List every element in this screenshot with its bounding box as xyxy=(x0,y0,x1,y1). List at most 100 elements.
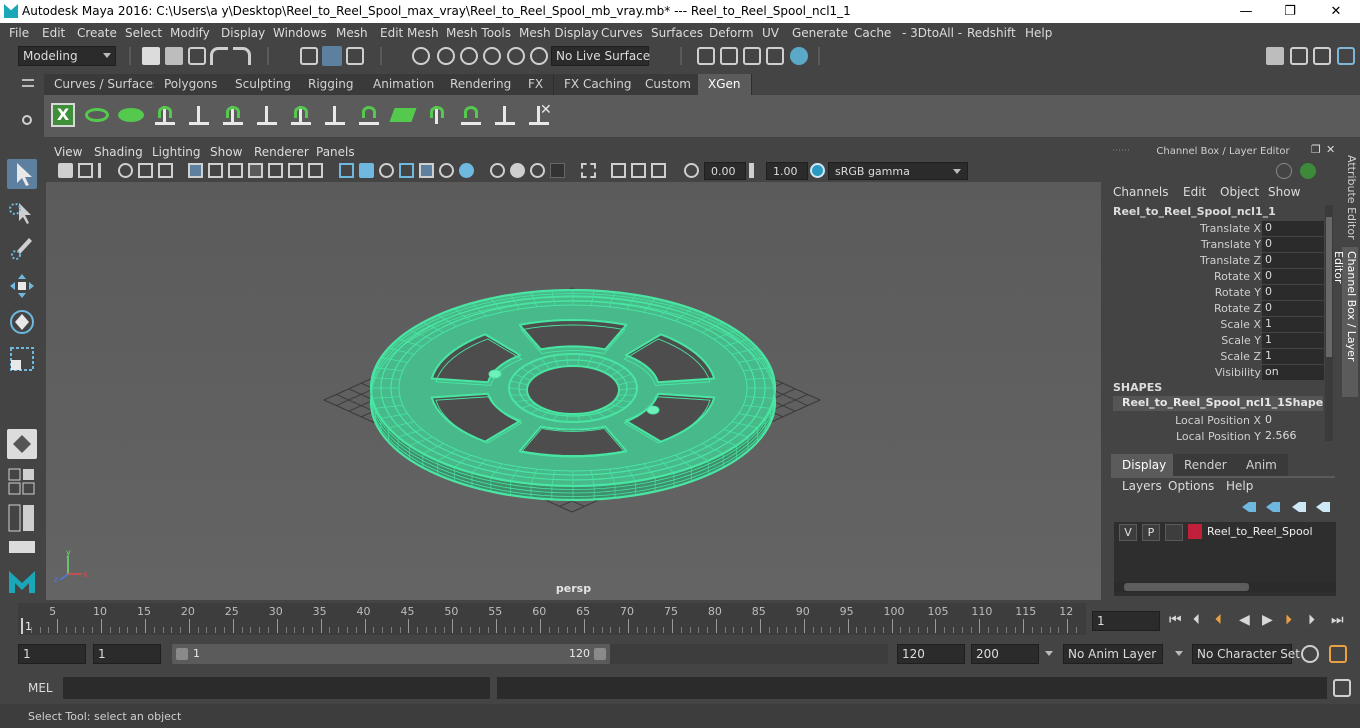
channel-label[interactable]: Scale Y xyxy=(1221,334,1261,347)
panel-menu-panels[interactable]: Panels xyxy=(316,145,355,159)
channel-value[interactable]: 0 xyxy=(1262,413,1324,428)
move-layer-up-icon[interactable] xyxy=(1242,502,1256,512)
paint-select-tool[interactable] xyxy=(7,233,37,263)
panel-menu-shading[interactable]: Shading xyxy=(94,145,143,159)
maya-home-button[interactable] xyxy=(7,565,37,597)
channel-label[interactable]: Scale X xyxy=(1220,318,1261,331)
time-slider[interactable]: 5 10 15 20 25 30 35 40 45 50 55 60 65 70 75 80 85 90 95 100… xyxy=(18,603,1086,635)
range-start-handle[interactable] xyxy=(176,648,188,660)
play-forwards-icon[interactable]: ▶ xyxy=(1262,612,1273,628)
snap-to-live-icon[interactable] xyxy=(507,47,525,65)
play-backwards-icon[interactable]: ◀ xyxy=(1239,612,1250,628)
go-to-start-icon[interactable]: ⏮ xyxy=(1169,612,1182,628)
field-chart-icon[interactable] xyxy=(268,163,283,178)
menu-create[interactable]: Create xyxy=(77,26,117,40)
select-by-hierarchy-icon[interactable] xyxy=(300,47,318,65)
camera-icon[interactable] xyxy=(58,163,73,178)
tab-polygons[interactable]: Polygons xyxy=(154,74,229,95)
channel-row[interactable]: Translate Z0 xyxy=(1106,253,1326,269)
panel-menu-view[interactable]: View xyxy=(54,145,82,159)
resolution-gate-icon[interactable] xyxy=(228,163,243,178)
menu-help[interactable]: Help xyxy=(1025,26,1052,40)
menu-mesh-display[interactable]: Mesh Display xyxy=(519,26,599,40)
minimize-button[interactable]: — xyxy=(1224,2,1268,22)
playback-end-field[interactable]: 120 xyxy=(897,644,965,664)
open-scene-icon[interactable] xyxy=(165,47,183,65)
four-view-layout[interactable] xyxy=(7,467,37,497)
xgen-sculpt-guide-icon[interactable] xyxy=(220,102,246,128)
tab-xgen[interactable]: XGen xyxy=(698,74,752,95)
textured-icon[interactable] xyxy=(399,163,414,178)
animation-end-field[interactable]: 200 xyxy=(971,644,1039,664)
panel-menu-show[interactable]: Show xyxy=(210,145,242,159)
render-settings-icon[interactable] xyxy=(766,47,784,65)
layer-menu-help[interactable]: Help xyxy=(1226,479,1253,493)
rotate-tool[interactable] xyxy=(7,307,37,337)
snap-together-icon[interactable] xyxy=(530,47,548,65)
layer-name[interactable]: Reel_to_Reel_Spool xyxy=(1207,525,1313,538)
channel-label[interactable]: Local Position Y xyxy=(1176,430,1261,443)
xgen-create-description-icon[interactable] xyxy=(118,102,144,128)
menu-file[interactable]: File xyxy=(9,26,29,40)
range-end-handle[interactable] xyxy=(594,648,606,660)
channel-label[interactable]: Local Position X xyxy=(1175,414,1261,427)
xgen-clumping-icon[interactable] xyxy=(492,102,518,128)
channel-value[interactable]: on xyxy=(1262,365,1324,380)
xgen-guide-add-icon[interactable] xyxy=(254,102,280,128)
tab-render-layers[interactable]: Render xyxy=(1173,454,1238,476)
cbox-menu-object[interactable]: Object xyxy=(1220,185,1259,199)
scrollbar-thumb[interactable] xyxy=(1124,583,1249,591)
graph-layout[interactable] xyxy=(7,539,37,555)
xgen-guide-visibility-icon[interactable] xyxy=(288,102,314,128)
ambient-occlusion-icon[interactable] xyxy=(490,163,505,178)
xgen-move-guide-icon[interactable] xyxy=(186,102,212,128)
channel-label[interactable]: Translate X xyxy=(1200,222,1261,235)
channel-value[interactable]: 1 xyxy=(1262,333,1324,348)
reel-spool-mesh[interactable] xyxy=(369,288,777,502)
animation-start-field[interactable]: 1 xyxy=(18,644,86,664)
channel-row[interactable]: Visibility on xyxy=(1106,365,1326,381)
character-set-select[interactable]: No Character Set xyxy=(1192,644,1300,664)
xray-joints-icon[interactable] xyxy=(611,163,626,178)
channel-row[interactable]: Rotate Y0 xyxy=(1106,285,1326,301)
cbox-menu-channels[interactable]: Channels xyxy=(1113,185,1169,199)
grid-toggle-icon[interactable] xyxy=(188,163,203,178)
menu-modify[interactable]: Modify xyxy=(170,26,210,40)
perspective-viewport[interactable]: y x z persp xyxy=(46,182,1101,600)
xgen-add-guide-icon[interactable] xyxy=(152,102,178,128)
channel-label[interactable]: Rotate X xyxy=(1214,270,1261,283)
tab-rendering[interactable]: Rendering xyxy=(440,74,523,95)
menu-edit[interactable]: Edit xyxy=(42,26,65,40)
command-input[interactable] xyxy=(63,677,490,699)
sync-icon[interactable] xyxy=(1300,163,1316,179)
cbox-menu-show[interactable]: Show xyxy=(1268,185,1300,199)
channel-row[interactable]: Scale Y1 xyxy=(1106,333,1326,349)
isolate-select-icon[interactable] xyxy=(581,163,596,178)
channel-value[interactable]: 0 xyxy=(1262,269,1324,284)
channel-label[interactable]: Rotate Y xyxy=(1215,286,1261,299)
backface-culling-icon[interactable] xyxy=(651,163,666,178)
channel-label[interactable]: Visibility xyxy=(1215,366,1261,379)
camera-attributes-icon[interactable] xyxy=(78,163,93,178)
ipr-render-icon[interactable] xyxy=(743,47,761,65)
panel-menu-lighting[interactable]: Lighting xyxy=(152,145,201,159)
menu-edit-mesh[interactable]: Edit Mesh xyxy=(380,26,439,40)
single-perspective-layout[interactable] xyxy=(7,429,37,459)
layer-menu-layers[interactable]: Layers xyxy=(1122,479,1162,493)
channel-row[interactable]: Rotate Z0 xyxy=(1106,301,1326,317)
mode-selector[interactable]: Modeling xyxy=(18,46,116,66)
tab-fx-caching[interactable]: FX Caching xyxy=(554,74,643,95)
world-space-icon[interactable] xyxy=(1276,163,1292,179)
view-transform-select[interactable]: sRGB gamma xyxy=(828,162,968,180)
layer-display-type-toggle[interactable] xyxy=(1165,524,1183,541)
selected-object-name[interactable]: Reel_to_Reel_Spool_ncl1_1 xyxy=(1113,205,1276,218)
new-scene-icon[interactable] xyxy=(142,47,160,65)
channel-row[interactable]: Scale X1 xyxy=(1106,317,1326,333)
redo-icon[interactable] xyxy=(233,47,251,65)
script-language-toggle[interactable]: MEL xyxy=(28,681,53,695)
menu-3dtoall[interactable]: - 3DtoAll - xyxy=(902,26,962,40)
playback-start-field[interactable]: 1 xyxy=(93,644,161,664)
channel-value[interactable]: 1 xyxy=(1262,317,1324,332)
channel-label[interactable]: Rotate Z xyxy=(1214,302,1261,315)
menu-surfaces[interactable]: Surfaces xyxy=(651,26,703,40)
